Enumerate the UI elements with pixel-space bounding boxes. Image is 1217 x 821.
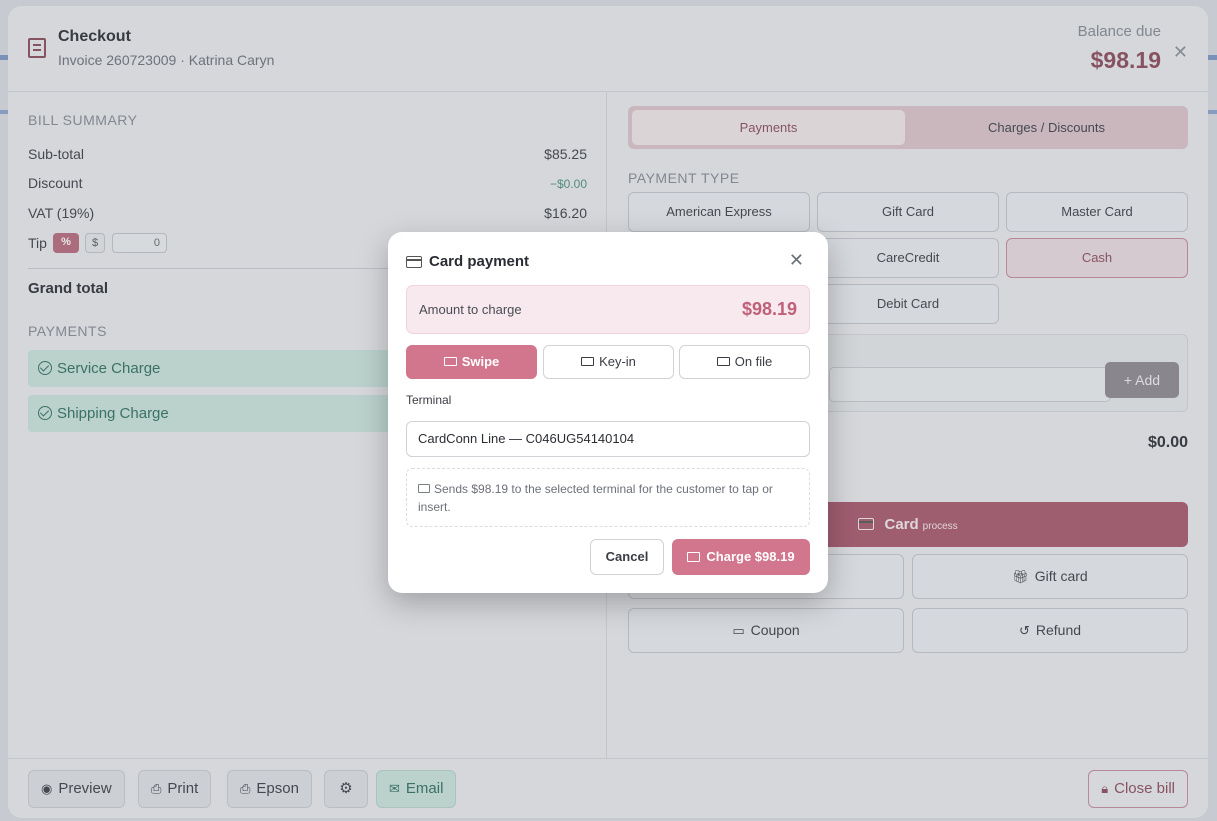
print-button[interactable]: ⎙ Print [138,770,212,808]
card-icon [406,256,422,268]
charge-label: Charge $98.19 [706,549,795,564]
refund-icon: ↺ [1018,623,1030,638]
receipt-icon [28,38,46,58]
payments-title: PAYMENTS [28,323,107,339]
card-icon [687,552,701,562]
mode-on-file-button[interactable]: On file [679,345,810,379]
payment-type-debit-card[interactable]: Debit Card [817,284,999,324]
payment-total-value: $0.00 [1147,434,1188,451]
printer-icon: ⎙ [240,781,251,796]
tip-label: Tip [28,235,47,251]
payment-type-cash[interactable]: Cash [1006,238,1188,278]
preview-label: Preview [58,780,112,797]
payment-type-carecredit[interactable]: CareCredit [817,238,999,278]
payment-tabs: Payments Charges / Discounts [628,106,1188,149]
bill-summary-title: BILL SUMMARY [28,112,138,128]
print-label: Print [167,780,199,797]
email-button[interactable]: ✉ Email [376,770,457,808]
add-payment-button[interactable]: + Add [1105,362,1179,398]
mode-swipe-button[interactable]: Swipe [406,345,537,379]
checkout-header: Checkout Invoice 260723009 · Katrina Car… [8,6,1208,92]
payment-item-label: Service Charge [57,360,161,377]
subtotal-value: $85.25 [544,146,587,162]
tab-charges-discounts[interactable]: Charges / Discounts [909,110,1184,145]
hint-text: Sends $98.19 to the selected terminal fo… [418,482,773,514]
mode-key-in-label: Key-in [599,354,636,369]
cancel-button[interactable]: Cancel [590,539,664,575]
checkout-footer: ◉ Preview ⎙ Print ⎙ Epson ⚙ ✉ Email 🔒︎ Close … [8,758,1208,818]
payment-type-master-card[interactable]: Master Card [1006,192,1188,232]
gift-card-button[interactable]: 🎁︎ Gift card [912,554,1188,599]
epson-button[interactable]: ⎙ Epson [227,770,312,808]
coupon-label: Coupon [750,622,800,638]
epson-label: Epson [256,780,299,797]
tip-dollar-toggle[interactable]: $ [85,233,105,253]
amount-input[interactable] [829,367,1111,402]
check-circle-icon [38,406,52,420]
terminal-label: Terminal [406,393,452,407]
coupon-icon: ▭ [732,623,745,638]
card-payment-modal: Card payment ✕ Amount to charge $98.19 S… [388,232,828,593]
terminal-hint: Sends $98.19 to the selected terminal fo… [406,468,810,527]
card-process-label: Card [884,516,919,533]
balance-label: Balance due [1077,23,1161,40]
payment-type-gift-card[interactable]: Gift Card [817,192,999,232]
gift-icon: 🎁︎ [1012,569,1029,584]
refund-label: Refund [1035,622,1082,638]
charge-button[interactable]: Charge $98.19 [672,539,810,575]
settings-button[interactable]: ⚙ [324,770,368,808]
payment-item-label: Shipping Charge [57,405,169,422]
id-card-icon [716,357,730,366]
preview-button[interactable]: ◉ Preview [28,770,125,808]
close-bill-button[interactable]: 🔒︎ Close bill [1088,770,1188,808]
amount-value: $98.19 [741,299,797,319]
vat-label: VAT (19%) [28,205,95,221]
gift-card-label: Gift card [1034,568,1088,584]
amount-to-charge: Amount to charge $98.19 [406,285,810,334]
check-circle-icon [38,361,52,375]
balance-value: $98.19 [1090,47,1161,73]
tab-payments[interactable]: Payments [632,110,905,145]
vat-row: VAT (19%) $16.20 [28,205,587,221]
gear-icon: ⚙ [339,780,353,797]
close-icon[interactable]: ✕ [1173,42,1188,63]
discount-value: −$0.00 [549,177,587,191]
tip-input[interactable]: 0 [112,233,167,253]
checkout-title: Checkout [58,28,131,45]
printer-icon: ⎙ [151,781,162,796]
card-icon [418,484,430,493]
close-icon[interactable]: ✕ [789,250,804,271]
discount-row: Discount −$0.00 [28,175,587,191]
discount-label: Discount [28,175,83,191]
subtotal-label: Sub-total [28,146,85,162]
lock-icon: 🔒︎ [1101,781,1109,796]
invoice-subtitle: Invoice 260723009 · Katrina Caryn [58,52,275,68]
grand-total-label: Grand total [28,280,109,297]
terminal-select[interactable]: CardConn Line — C046UG54140104 [406,421,810,457]
payment-type-title: PAYMENT TYPE [628,170,740,186]
coupon-button[interactable]: ▭ Coupon [628,608,904,653]
refund-button[interactable]: ↺ Refund [912,608,1188,653]
eye-icon: ◉ [41,781,53,796]
amount-label: Amount to charge [419,302,522,317]
modal-title: Card payment [429,253,530,270]
payment-type-amex[interactable]: American Express [628,192,810,232]
keyboard-icon [581,357,595,366]
card-icon [858,518,875,530]
card-process-sub: process [922,521,958,532]
mode-key-in-button[interactable]: Key-in [543,345,674,379]
subtotal-row: Sub-total $85.25 [28,146,587,162]
card-icon [443,357,457,366]
tip-percent-toggle[interactable]: % [53,233,79,253]
close-bill-label: Close bill [1114,780,1175,797]
email-label: Email [405,780,444,797]
vat-value: $16.20 [544,205,587,221]
mode-on-file-label: On file [734,354,773,369]
mode-swipe-label: Swipe [461,354,500,369]
mail-icon: ✉ [389,781,400,796]
